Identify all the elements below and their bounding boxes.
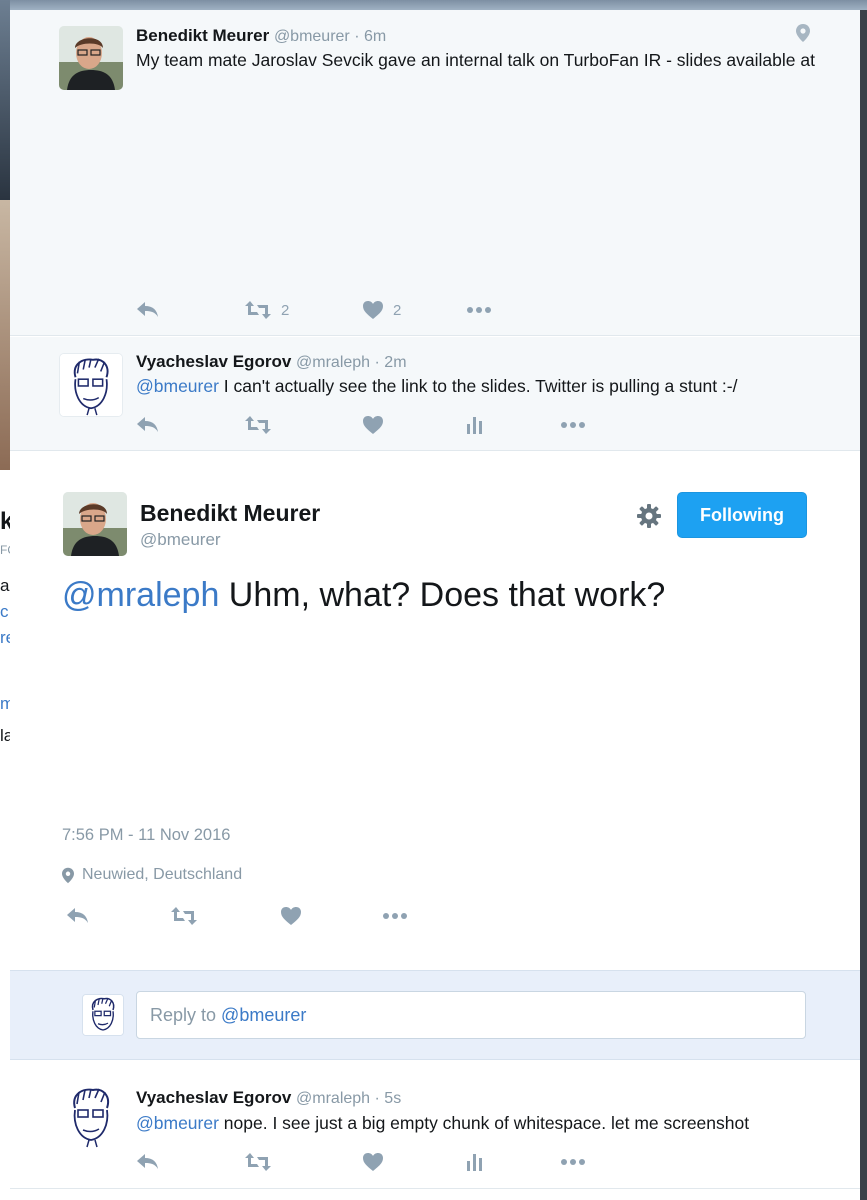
author-handle[interactable]: @bmeurer: [140, 530, 221, 550]
reply-placeholder-mention: @bmeurer: [221, 1005, 307, 1025]
mention-link[interactable]: @mraleph: [62, 576, 219, 614]
tweet-header: Benedikt Meurer @bmeurer · 6m: [136, 26, 386, 46]
reply-placeholder: Reply to: [150, 1005, 222, 1025]
avatar: [82, 994, 124, 1036]
avatar[interactable]: [59, 1084, 123, 1148]
tweet-body: I can't actually see the link to the sli…: [218, 376, 738, 396]
background-profile-photo: [0, 200, 10, 470]
avatar[interactable]: [63, 492, 127, 556]
ancestor-tweet[interactable]: Vyacheslav Egorov @mraleph · 2m @bmeurer…: [10, 337, 860, 451]
heart-icon: [363, 301, 383, 319]
background-text: re: [0, 628, 10, 647]
tweet-body: nope. I see just a big empty chunk of wh…: [218, 1113, 750, 1133]
reply-input[interactable]: Reply to @bmeurer: [136, 991, 806, 1039]
divider: [10, 1188, 860, 1189]
separator: ·: [370, 354, 385, 371]
tweet-text: @mraleph Uhm, what? Does that work?: [62, 576, 665, 615]
author-handle[interactable]: @bmeurer: [274, 28, 350, 45]
tweet-time[interactable]: 6m: [364, 28, 386, 45]
retweet-button[interactable]: [170, 904, 198, 928]
like-count: 2: [393, 301, 402, 319]
tweet-header: Vyacheslav Egorov @mraleph · 5s: [136, 1088, 401, 1108]
tweet-time[interactable]: 5s: [384, 1090, 401, 1107]
tweet-permalink-modal: Benedikt Meurer @bmeurer · 6m My team ma…: [10, 10, 860, 1200]
retweet-icon: [245, 301, 271, 319]
tweet-text: My team mate Jaroslav Sevcik gave an int…: [136, 50, 815, 70]
retweet-count: 2: [281, 301, 290, 319]
reply-icon: [137, 417, 158, 432]
retweet-button[interactable]: [244, 413, 272, 437]
reply-composer: Reply to @bmeurer: [10, 970, 860, 1060]
reply-icon: [137, 1154, 158, 1169]
like-button[interactable]: [280, 904, 302, 928]
tweet-time[interactable]: 2m: [384, 354, 406, 371]
analytics-icon: [467, 417, 482, 434]
author-handle[interactable]: @mraleph: [296, 1090, 370, 1107]
retweet-icon: [171, 907, 197, 925]
following-button[interactable]: Following: [677, 492, 807, 538]
more-icon: [383, 913, 407, 919]
tweet-text: @bmeurer I can't actually see the link t…: [136, 374, 816, 398]
reply-icon: [67, 908, 88, 923]
reply-icon: [137, 302, 158, 317]
like-button[interactable]: [362, 1150, 384, 1174]
more-button[interactable]: [382, 904, 408, 928]
reply-button[interactable]: [66, 904, 90, 928]
location-label: Neuwied, Deutschland: [82, 866, 243, 883]
tweet-location[interactable]: Neuwied, Deutschland: [62, 866, 242, 884]
ancestor-tweet[interactable]: Benedikt Meurer @bmeurer · 6m My team ma…: [10, 10, 860, 336]
avatar[interactable]: [59, 26, 123, 90]
reply-button[interactable]: [136, 1150, 160, 1174]
retweet-icon: [245, 416, 271, 434]
reply-tweet[interactable]: Vyacheslav Egorov @mraleph · 5s @bmeurer…: [10, 1060, 860, 1188]
tweet-text: @bmeurer nope. I see just a big empty ch…: [136, 1111, 816, 1135]
separator: ·: [349, 28, 364, 45]
retweet-button[interactable]: [244, 1150, 272, 1174]
retweet-button[interactable]: 2: [244, 298, 289, 322]
backdrop: [10, 0, 867, 10]
background-text: c: [0, 602, 9, 621]
more-button[interactable]: [560, 413, 586, 437]
background-text: a: [0, 576, 10, 595]
author-name[interactable]: Vyacheslav Egorov: [136, 352, 291, 371]
tweet-timestamp[interactable]: 7:56 PM - 11 Nov 2016: [62, 826, 230, 845]
more-icon: [467, 307, 491, 313]
heart-icon: [281, 907, 301, 925]
background-text: k: [0, 508, 10, 535]
gear-icon[interactable]: [635, 502, 663, 530]
avatar[interactable]: [59, 353, 123, 417]
background-header-photo: [0, 0, 10, 200]
reply-button[interactable]: [136, 413, 160, 437]
like-button[interactable]: [362, 413, 384, 437]
author-name[interactable]: Vyacheslav Egorov: [136, 1088, 291, 1107]
tweet-body: Uhm, what? Does that work?: [219, 576, 666, 614]
more-button[interactable]: [560, 1150, 586, 1174]
analytics-button[interactable]: [466, 1150, 484, 1174]
heart-icon: [363, 416, 383, 434]
mention-link[interactable]: @bmeurer: [136, 1113, 219, 1133]
retweet-icon: [245, 1153, 271, 1171]
separator: ·: [370, 1090, 385, 1107]
like-button[interactable]: 2: [362, 298, 401, 322]
analytics-button[interactable]: [466, 413, 484, 437]
tweet-header: Vyacheslav Egorov @mraleph · 2m: [136, 352, 407, 372]
background-text: FO: [0, 543, 10, 557]
location-pin-icon: [62, 867, 74, 883]
more-button[interactable]: [466, 298, 492, 322]
author-handle[interactable]: @mraleph: [296, 354, 370, 371]
author-name[interactable]: Benedikt Meurer: [136, 26, 269, 45]
author-name[interactable]: Benedikt Meurer: [140, 500, 320, 527]
more-icon: [561, 1159, 585, 1165]
background-text: m: [0, 694, 10, 713]
heart-icon: [363, 1153, 383, 1171]
analytics-icon: [467, 1154, 482, 1171]
more-icon: [561, 422, 585, 428]
reply-button[interactable]: [136, 298, 160, 322]
background-text: la: [0, 726, 10, 745]
mention-link[interactable]: @bmeurer: [136, 376, 219, 396]
location-pin-icon[interactable]: [796, 24, 810, 47]
